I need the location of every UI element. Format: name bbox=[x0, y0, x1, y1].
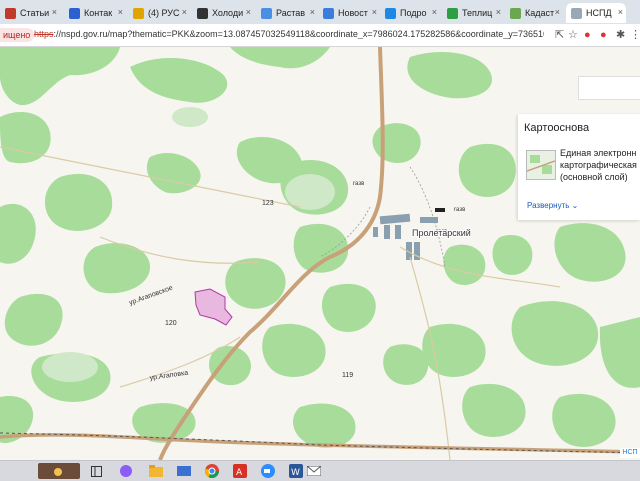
tab-favicon-icon bbox=[197, 7, 208, 19]
tab-close-icon[interactable]: × bbox=[182, 7, 187, 17]
tab-close-icon[interactable]: × bbox=[118, 7, 123, 17]
height-label: 123 bbox=[262, 200, 274, 207]
chevron-down-icon: ⌄ bbox=[571, 201, 579, 210]
menu-icon[interactable]: ⋮ bbox=[630, 28, 640, 42]
browser-tab[interactable]: Контак × bbox=[64, 3, 126, 23]
tab-close-icon[interactable]: × bbox=[432, 7, 437, 17]
acrobat-icon[interactable]: A bbox=[232, 463, 248, 479]
task-view-icon[interactable] bbox=[88, 463, 104, 479]
browser-tab[interactable]: Растав × bbox=[256, 3, 318, 23]
tab-favicon-icon bbox=[5, 7, 16, 19]
basemap-panel: Картооснова Единая электронн картографич… bbox=[518, 114, 640, 220]
star-icon[interactable]: ☆ bbox=[568, 28, 578, 42]
tab-close-icon[interactable]: × bbox=[372, 7, 377, 17]
extension-red-icon[interactable]: ● bbox=[600, 28, 607, 42]
place-name-label: Пролетарский bbox=[412, 228, 471, 238]
url-text[interactable]: https://nspd.gov.ru/map?thematic=PKK&zoo… bbox=[34, 29, 544, 39]
tab-favicon-icon bbox=[261, 7, 272, 19]
tab-favicon-icon bbox=[385, 7, 396, 19]
zoom-icon[interactable] bbox=[260, 463, 276, 479]
tab-label: Кадаст bbox=[525, 8, 555, 18]
browser-tab[interactable]: Холоди × bbox=[192, 3, 254, 23]
chrome-icon[interactable] bbox=[204, 463, 220, 479]
svg-text:A: A bbox=[236, 468, 243, 478]
opera-icon[interactable]: ● bbox=[584, 28, 591, 42]
building-black bbox=[435, 208, 445, 212]
tab-favicon-icon bbox=[69, 7, 80, 19]
desktop-thumbnail-icon[interactable] bbox=[38, 463, 80, 479]
area-label: raзв bbox=[353, 181, 364, 187]
tab-close-icon[interactable]: × bbox=[310, 7, 315, 17]
tab-close-icon[interactable]: × bbox=[496, 7, 501, 17]
tab-favicon-icon bbox=[133, 7, 144, 19]
svg-text:W: W bbox=[291, 468, 300, 478]
nspd-badge: НСП bbox=[620, 448, 640, 458]
tab-favicon-icon bbox=[447, 7, 458, 19]
tab-label: Статьи bbox=[20, 8, 50, 18]
browser-tab[interactable]: Кадаст × bbox=[505, 3, 563, 23]
area-label: raзв bbox=[454, 207, 465, 213]
browser-tab[interactable]: Теплиц × bbox=[442, 3, 504, 23]
basemap-thumbnail[interactable] bbox=[526, 150, 556, 180]
address-bar[interactable]: ищено https://nspd.gov.ru/map?thematic=P… bbox=[0, 24, 640, 47]
file-explorer-icon[interactable] bbox=[148, 463, 164, 479]
tab-favicon-icon bbox=[323, 7, 334, 19]
tab-label: НСПД bbox=[586, 8, 612, 18]
basemap-description: Единая электронн картографическая (основ… bbox=[560, 148, 637, 182]
height-label: 120 bbox=[165, 320, 177, 327]
mail-icon[interactable] bbox=[176, 463, 192, 479]
browser-tab[interactable]: Подро × bbox=[380, 3, 440, 23]
word-icon[interactable]: W bbox=[288, 463, 304, 479]
extensions-icon[interactable]: ✱ bbox=[616, 28, 625, 42]
tab-label: (4) РУС bbox=[148, 8, 180, 18]
tab-label: Растав bbox=[276, 8, 306, 18]
tab-close-icon[interactable]: × bbox=[618, 7, 623, 17]
tab-close-icon[interactable]: × bbox=[246, 7, 251, 17]
tab-label: Теплиц bbox=[462, 8, 493, 18]
browser-tab[interactable]: (4) РУС × bbox=[128, 3, 190, 23]
height-label: 119 bbox=[342, 372, 353, 379]
not-secure-warning[interactable]: ищено bbox=[0, 28, 35, 42]
map-search-box[interactable] bbox=[578, 76, 640, 100]
panel-title: Картооснова bbox=[524, 122, 590, 134]
expand-link[interactable]: Развернуть ⌄ bbox=[527, 201, 578, 210]
tab-favicon-icon bbox=[510, 7, 521, 19]
browser-tab[interactable]: НСПД × bbox=[566, 3, 626, 23]
windows-taskbar: A W bbox=[0, 460, 640, 481]
share-icon[interactable]: ⇱ bbox=[555, 28, 564, 42]
browser-tab-bar: Статьи × Контак × (4) РУС × Холоди × Растав × Ново… bbox=[0, 0, 640, 24]
cortana-icon[interactable] bbox=[118, 463, 134, 479]
browser-tab[interactable]: Статьи × bbox=[0, 3, 60, 23]
tab-label: Контак bbox=[84, 8, 113, 18]
tab-close-icon[interactable]: × bbox=[555, 7, 560, 17]
tab-label: Холоди bbox=[212, 8, 244, 18]
tab-label: Подро bbox=[400, 8, 427, 18]
tab-close-icon[interactable]: × bbox=[52, 7, 57, 17]
mail-envelope-icon[interactable] bbox=[306, 463, 322, 479]
tab-favicon-icon bbox=[571, 7, 582, 19]
browser-tab[interactable]: Новост × bbox=[318, 3, 380, 23]
map-canvas[interactable]: 123 120 119 raзв raзв raзв Пролетарский … bbox=[0, 47, 640, 460]
tab-label: Новост bbox=[338, 8, 368, 18]
